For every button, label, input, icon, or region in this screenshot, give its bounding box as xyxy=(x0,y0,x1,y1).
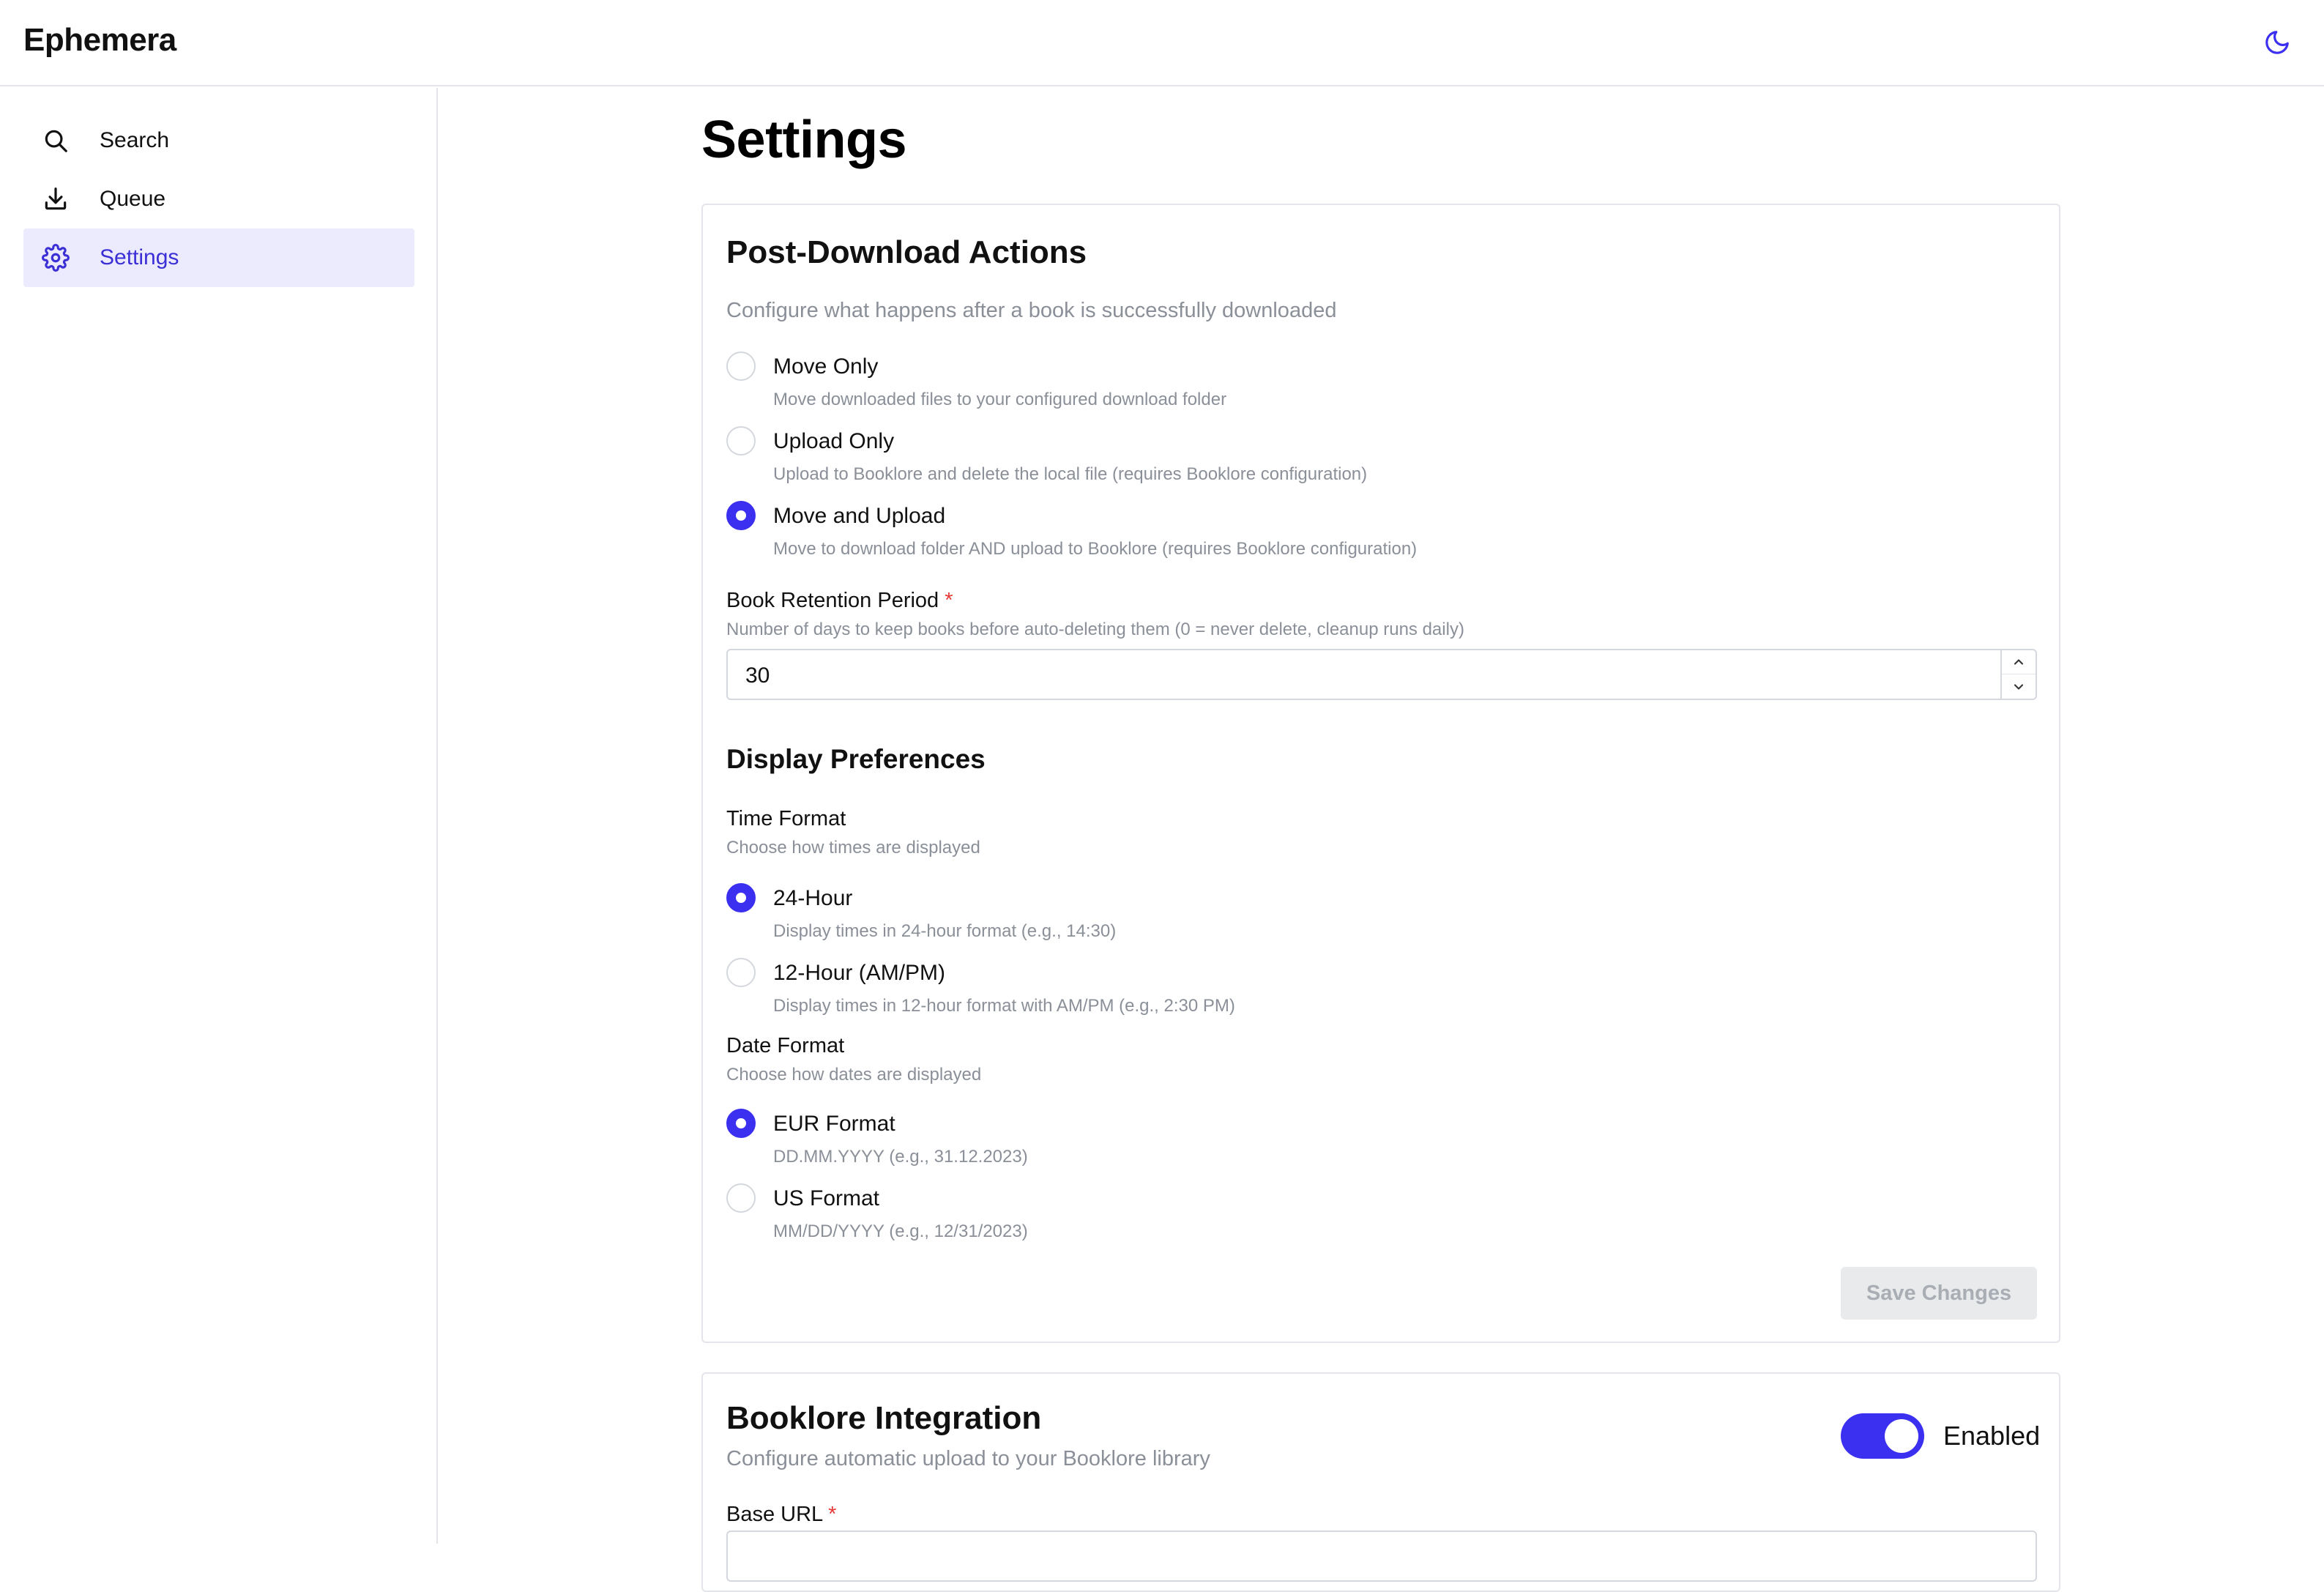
option-label: Upload Only xyxy=(773,429,895,453)
time-format-label: Time Format xyxy=(726,807,846,830)
display-preferences-title: Display Preferences xyxy=(726,744,986,774)
option-description: Display times in 12-hour format with AM/… xyxy=(773,996,1235,1016)
toggle-knob xyxy=(1885,1419,1918,1453)
time-format-help: Choose how times are displayed xyxy=(726,838,980,858)
booklore-enabled-toggle[interactable] xyxy=(1841,1413,1924,1459)
option-label: 24-Hour xyxy=(773,886,853,910)
sidebar-item-queue[interactable]: Queue xyxy=(23,170,414,228)
radio-upload-only[interactable] xyxy=(726,426,756,455)
download-icon xyxy=(41,185,70,214)
date-format-help: Choose how dates are displayed xyxy=(726,1065,982,1085)
sidebar-item-settings[interactable]: Settings xyxy=(23,228,414,287)
booklore-title: Booklore Integration xyxy=(726,1400,1042,1436)
decrement-button[interactable] xyxy=(2002,674,2036,699)
post-download-description: Configure what happens after a book is s… xyxy=(726,299,1337,322)
option-description: Move downloaded files to your configured… xyxy=(773,390,1227,409)
sidebar: Search Queue Settings xyxy=(0,88,438,1544)
post-download-card: Post-Download Actions Configure what hap… xyxy=(701,204,2060,1343)
option-description: Display times in 24-hour format (e.g., 1… xyxy=(773,921,1117,941)
base-url-input[interactable] xyxy=(726,1530,2037,1582)
option-label: Move Only xyxy=(773,354,879,379)
retention-label: Book Retention Period * xyxy=(726,589,953,613)
booklore-card: Booklore Integration Configure automatic… xyxy=(701,1372,2060,1592)
option-description: Upload to Booklore and delete the local … xyxy=(773,464,1368,484)
base-url-label: Base URL * xyxy=(726,1503,836,1527)
option-description: MM/DD/YYYY (e.g., 12/31/2023) xyxy=(773,1221,1028,1241)
sidebar-item-label: Settings xyxy=(100,245,179,269)
base-url-label-text: Base URL xyxy=(726,1503,823,1526)
option-description: Move to download folder AND upload to Bo… xyxy=(773,539,1418,559)
option-label: US Format xyxy=(773,1186,880,1210)
number-stepper xyxy=(2000,650,2036,699)
save-changes-button[interactable]: Save Changes xyxy=(1841,1267,2037,1320)
chevron-down-icon xyxy=(2014,683,2024,690)
gear-icon xyxy=(41,243,70,272)
date-format-label: Date Format xyxy=(726,1034,845,1057)
theme-toggle-button[interactable] xyxy=(2261,26,2293,59)
app-header: Ephemera xyxy=(0,0,2324,86)
option-label: Move and Upload xyxy=(773,504,946,528)
increment-button[interactable] xyxy=(2002,650,2036,674)
toggle-label: Enabled xyxy=(1943,1421,2041,1451)
radio-12-hour[interactable] xyxy=(726,958,756,987)
option-label: EUR Format xyxy=(773,1112,895,1136)
option-description: DD.MM.YYYY (e.g., 31.12.2023) xyxy=(773,1147,1028,1167)
page-title: Settings xyxy=(701,111,907,169)
search-icon xyxy=(41,126,70,155)
sidebar-item-label: Search xyxy=(100,128,170,152)
radio-move-and-upload[interactable] xyxy=(726,501,756,530)
retention-value: 30 xyxy=(745,663,770,688)
retention-period-input[interactable]: 30 xyxy=(726,649,2037,700)
radio-24-hour[interactable] xyxy=(726,883,756,912)
required-mark: * xyxy=(945,589,953,612)
chevron-up-icon xyxy=(2014,659,2024,665)
sidebar-item-label: Queue xyxy=(100,187,166,211)
app-title: Ephemera xyxy=(23,22,176,58)
retention-help: Number of days to keep books before auto… xyxy=(726,620,1464,639)
radio-us-format[interactable] xyxy=(726,1183,756,1213)
option-label: 12-Hour (AM/PM) xyxy=(773,961,946,985)
required-mark: * xyxy=(828,1503,837,1526)
sidebar-item-search[interactable]: Search xyxy=(23,111,414,170)
radio-eur-format[interactable] xyxy=(726,1109,756,1138)
moon-icon xyxy=(2265,31,2289,54)
booklore-description: Configure automatic upload to your Bookl… xyxy=(726,1447,1210,1470)
radio-move-only[interactable] xyxy=(726,351,756,381)
post-download-title: Post-Download Actions xyxy=(726,234,1087,270)
retention-label-text: Book Retention Period xyxy=(726,589,939,612)
